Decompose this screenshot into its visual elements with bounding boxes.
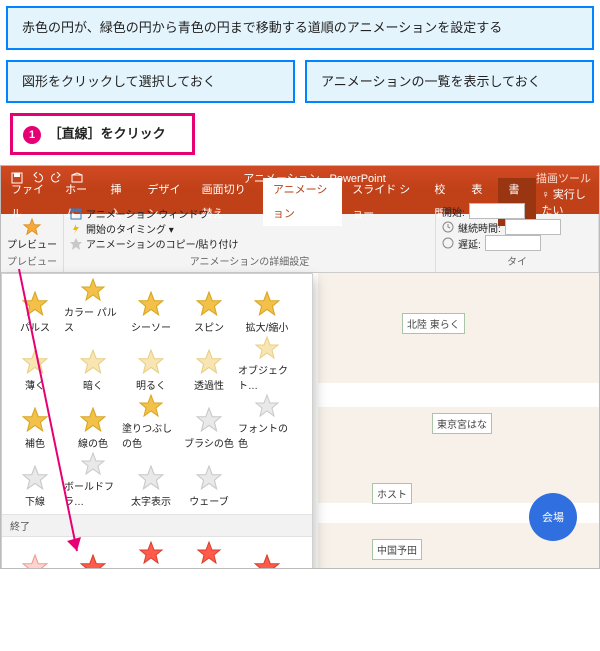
- trigger-button[interactable]: 開始のタイミング ▾: [70, 221, 429, 236]
- anim-window-button[interactable]: アニメーション ウィンドウ: [70, 206, 429, 221]
- gallery-item-floatout[interactable]: フロートアウト: [180, 541, 238, 569]
- gallery-item-fade[interactable]: フェード: [64, 541, 122, 569]
- gallery-item-seesaw[interactable]: シーソー: [122, 278, 180, 336]
- venue-pin[interactable]: 会場: [529, 493, 577, 541]
- preview-group-label: プレビュー: [7, 253, 57, 268]
- gallery-item-desaturate[interactable]: 薄く: [6, 336, 64, 394]
- delay-icon: [442, 237, 454, 249]
- advanced-group-label: アニメーションの詳細設定: [70, 253, 429, 268]
- gallery-item-lighten[interactable]: 明るく: [122, 336, 180, 394]
- callout-show-anim-list: アニメーションの一覧を表示しておく: [305, 60, 594, 104]
- timing-group-label: タイ: [442, 253, 592, 268]
- anim-painter-button[interactable]: アニメーションのコピー/貼り付け: [70, 236, 429, 251]
- start-label: 開始:: [442, 204, 465, 219]
- ribbon-group-advanced: アニメーション ウィンドウ 開始のタイミング ▾ アニメーションのコピー/貼り付…: [64, 214, 436, 272]
- gallery-item-fillcolor[interactable]: 塗りつぶしの色: [122, 394, 180, 452]
- gallery-item-slideout[interactable]: スライドアウト: [122, 541, 180, 569]
- gallery-item-boldshow[interactable]: 太字表示: [122, 452, 180, 510]
- ribbon-group-timing: 開始: 継続時間: 遅延: タイ: [436, 214, 599, 272]
- callout-overview: 赤色の円が、緑色の円から青色の円まで移動する道順のアニメーションを設定する: [6, 6, 594, 50]
- callout-show-anim-list-text: アニメーションの一覧を表示しておく: [321, 74, 541, 89]
- gallery-item-pulse[interactable]: パルス: [6, 278, 64, 336]
- gallery-item-split[interactable]: スプリット: [238, 541, 296, 569]
- duration-label: 継続時間:: [458, 220, 501, 235]
- ribbon-group-preview: プレビュー プレビュー: [1, 214, 64, 272]
- gallery-item-brushcolor[interactable]: ブラシの色: [180, 394, 238, 452]
- ribbon: プレビュー プレビュー アニメーション ウィンドウ 開始のタイミング ▾ アニメ…: [1, 214, 599, 273]
- gallery-item-wave[interactable]: ウェーブ: [180, 452, 238, 510]
- gallery-item-complementary[interactable]: 補色: [6, 394, 64, 452]
- gallery-item-darken[interactable]: 暗く: [64, 336, 122, 394]
- animation-gallery: パルス カラー パルス シーソー スピン 拡大/縮小 薄く 暗く 明るく 透過性…: [1, 273, 313, 569]
- duration-input[interactable]: [505, 219, 561, 235]
- gallery-item-colorpulse[interactable]: カラー パルス: [64, 278, 122, 336]
- powerpoint-window: アニメーション - PowerPoint 描画ツール ファイル ホーム 挿入 デ…: [0, 165, 600, 569]
- map-label-2: 東京宮はな: [432, 413, 492, 434]
- gallery-item-transparency[interactable]: 透過性: [180, 336, 238, 394]
- gallery-item-clear[interactable]: クリア: [6, 541, 64, 569]
- callout-step-1: 1 ［直線］をクリック: [10, 113, 195, 155]
- gallery-item-underline[interactable]: 下線: [6, 452, 64, 510]
- step-1-text: ［直線］をクリック: [49, 126, 166, 141]
- context-tool-label: 描画ツール: [536, 170, 599, 186]
- preview-label[interactable]: プレビュー: [7, 236, 57, 251]
- gallery-item-fontcolor[interactable]: フォントの色: [238, 394, 296, 452]
- start-dropdown[interactable]: [469, 203, 525, 219]
- callout-select-shape: 図形をクリックして選択しておく: [6, 60, 295, 104]
- gallery-item-growshrink[interactable]: 拡大/縮小: [238, 278, 296, 336]
- gallery-item-spin[interactable]: スピン: [180, 278, 238, 336]
- map-label-4: 中国予田: [372, 539, 422, 560]
- gallery-item-linecolor[interactable]: 線の色: [64, 394, 122, 452]
- workarea: 1 2 3 4Com 5 6 北陸 東らく 東京宮はな ホスト 中国予田 会場 …: [1, 273, 599, 569]
- step-number-badge: 1: [23, 126, 41, 144]
- map-label-1: 北陸 東らく: [402, 313, 465, 334]
- clock-icon: [442, 221, 454, 233]
- preview-icon[interactable]: [18, 218, 46, 236]
- callout-overview-text: 赤色の円が、緑色の円から青色の円まで移動する道順のアニメーションを設定する: [22, 20, 502, 35]
- gallery-section-exit: 終了: [2, 514, 312, 537]
- map-label-3: ホスト: [372, 483, 412, 504]
- gallery-item-objectcolor[interactable]: オブジェクト…: [238, 336, 296, 394]
- delay-label: 遅延:: [458, 236, 481, 251]
- delay-input[interactable]: [485, 235, 541, 251]
- callout-select-shape-text: 図形をクリックして選択しておく: [22, 74, 216, 89]
- gallery-item-boldflash[interactable]: ボールドフラ…: [64, 452, 122, 510]
